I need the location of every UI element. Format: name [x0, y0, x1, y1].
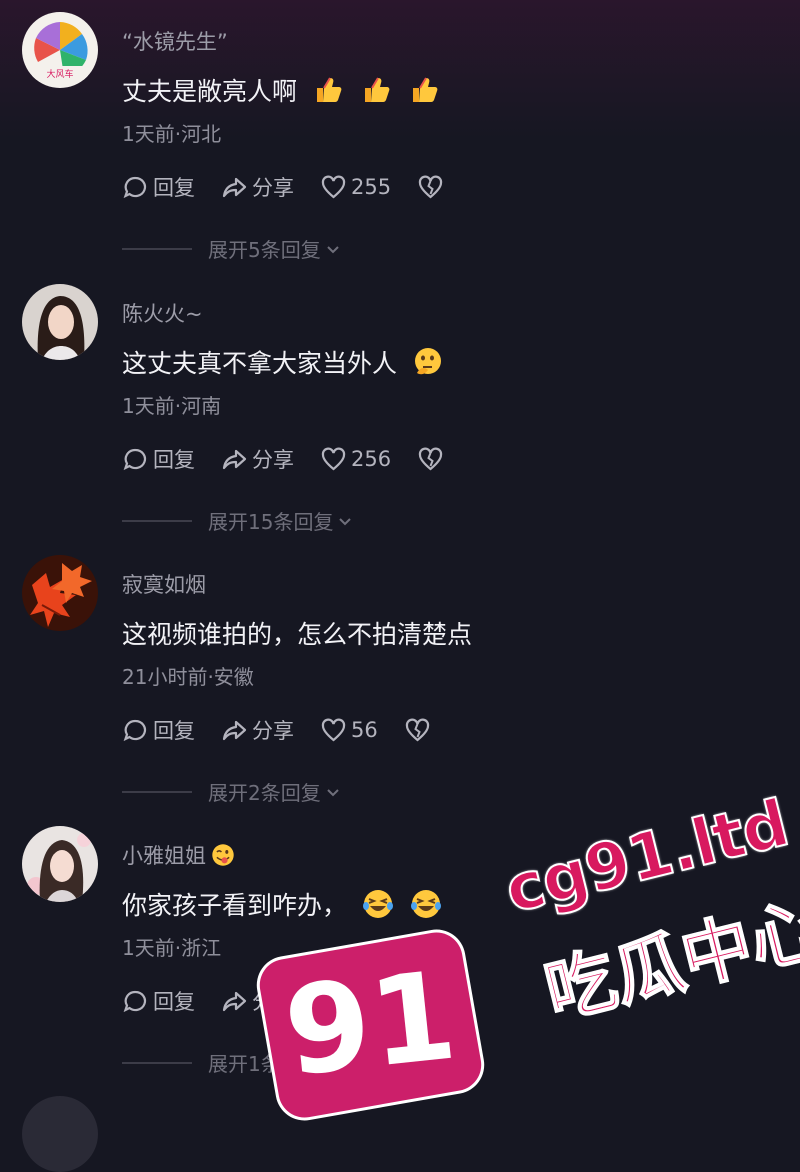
top-gradient	[0, 0, 800, 140]
divider-line	[122, 519, 192, 522]
heart-icon	[321, 447, 346, 470]
username[interactable]: 小雅姐姐	[122, 840, 236, 870]
reply-label: 回复	[153, 448, 195, 472]
reply-label: 回复	[153, 176, 195, 200]
comment-meta: 1天前·河北	[122, 122, 222, 146]
like-count: 255	[351, 175, 392, 199]
reply-button[interactable]: 回复	[122, 172, 195, 202]
avatar[interactable]	[22, 284, 98, 360]
watermark-logo: 91	[255, 928, 486, 1122]
expand-replies-button[interactable]: 展开15条回复	[122, 506, 353, 535]
reply-icon	[123, 176, 147, 198]
comment-text-content: 这丈夫真不拿大家当外人	[122, 349, 398, 378]
avatar[interactable]	[22, 826, 98, 902]
divider-line	[122, 790, 192, 793]
tongue-wink-icon	[210, 842, 236, 868]
thumbs-up-icon	[359, 73, 393, 107]
dislike-button[interactable]	[417, 174, 448, 201]
divider-line	[122, 1061, 192, 1064]
dislike-button[interactable]	[417, 446, 448, 473]
thinking-face-icon	[411, 345, 445, 379]
comment-actions: 回复 分享 56	[122, 715, 461, 745]
broken-heart-icon	[418, 447, 443, 470]
share-icon	[222, 720, 247, 740]
share-icon	[222, 991, 247, 1011]
reply-button[interactable]: 回复	[122, 444, 195, 474]
comment-text-content: 丈夫是敞亮人啊	[122, 77, 298, 106]
share-icon	[222, 449, 247, 469]
expand-label: 展开15条回复	[208, 510, 334, 534]
like-button[interactable]: 255	[320, 174, 391, 201]
expand-replies-button[interactable]: 展开2条回复	[122, 777, 341, 806]
chevron-down-icon	[327, 245, 339, 253]
reply-icon	[123, 719, 147, 741]
like-button[interactable]: 256	[320, 446, 391, 473]
avatar-woman-photo	[22, 284, 98, 360]
comment-actions: 回复 分享 256	[122, 444, 474, 474]
reply-button[interactable]: 回复	[122, 715, 195, 745]
heart-icon	[321, 175, 346, 198]
laughing-tears-icon	[361, 887, 395, 921]
username[interactable]: 陈火火~	[122, 298, 203, 328]
comment-text-content: 你家孩子看到咋办，	[122, 891, 348, 920]
username[interactable]: “水镜先生”	[122, 26, 228, 56]
reply-label: 回复	[153, 990, 195, 1014]
laughing-tears-icon	[409, 887, 443, 921]
comment-text: 你家孩子看到咋办，	[122, 886, 443, 922]
avatar[interactable]	[22, 1096, 98, 1172]
reply-button[interactable]: 回复	[122, 986, 195, 1016]
chevron-down-icon	[327, 788, 339, 796]
heart-icon	[321, 718, 346, 741]
thumbs-up-icon	[407, 73, 441, 107]
share-label: 分享	[252, 719, 294, 743]
comment-meta: 21小时前·安徽	[122, 665, 254, 689]
share-label: 分享	[252, 176, 294, 200]
avatar[interactable]: 大风车	[22, 12, 98, 88]
avatar[interactable]	[22, 555, 98, 631]
username[interactable]: 寂寞如烟	[122, 569, 206, 599]
comment-meta: 1天前·河南	[122, 394, 222, 418]
expand-label: 展开5条回复	[208, 238, 321, 262]
broken-heart-icon	[405, 718, 429, 741]
share-button[interactable]: 分享	[221, 444, 294, 474]
dislike-button[interactable]	[404, 717, 435, 744]
comment-text: 这视频谁拍的，怎么不拍清楚点	[122, 615, 472, 651]
username-text: 小雅姐姐	[122, 844, 206, 868]
comment-actions: 回复 分享 255	[122, 172, 474, 202]
thumbs-up-icon	[311, 73, 345, 107]
reply-icon	[123, 990, 147, 1012]
share-label: 分享	[252, 448, 294, 472]
like-button[interactable]: 56	[320, 717, 378, 744]
reply-icon	[123, 448, 147, 470]
share-icon	[222, 177, 247, 197]
broken-heart-icon	[418, 175, 443, 198]
avatar-woman-flowers-photo	[22, 826, 98, 902]
share-button[interactable]: 分享	[221, 715, 294, 745]
divider-line	[122, 247, 192, 250]
comment-meta: 1天前·浙江	[122, 936, 222, 960]
like-count: 256	[351, 447, 392, 471]
watermark-text: cg91.ltd 吃瓜中心	[476, 720, 800, 1091]
avatar-red-leaves-image	[22, 555, 98, 631]
chevron-down-icon	[339, 517, 352, 525]
like-count: 56	[351, 718, 378, 742]
svg-text:大风车: 大风车	[46, 68, 73, 80]
expand-label: 展开2条回复	[208, 781, 321, 805]
reply-label: 回复	[153, 719, 195, 743]
share-button[interactable]: 分享	[221, 172, 294, 202]
watermark-logo-number: 91	[278, 944, 463, 1104]
comment-text-content: 这视频谁拍的，怎么不拍清楚点	[122, 620, 473, 649]
comment-text: 这丈夫真不拿大家当外人	[122, 344, 445, 380]
avatar-pinwheel-image: 大风车	[22, 12, 98, 88]
comment-text: 丈夫是敞亮人啊	[122, 72, 441, 108]
expand-replies-button[interactable]: 展开5条回复	[122, 234, 341, 263]
